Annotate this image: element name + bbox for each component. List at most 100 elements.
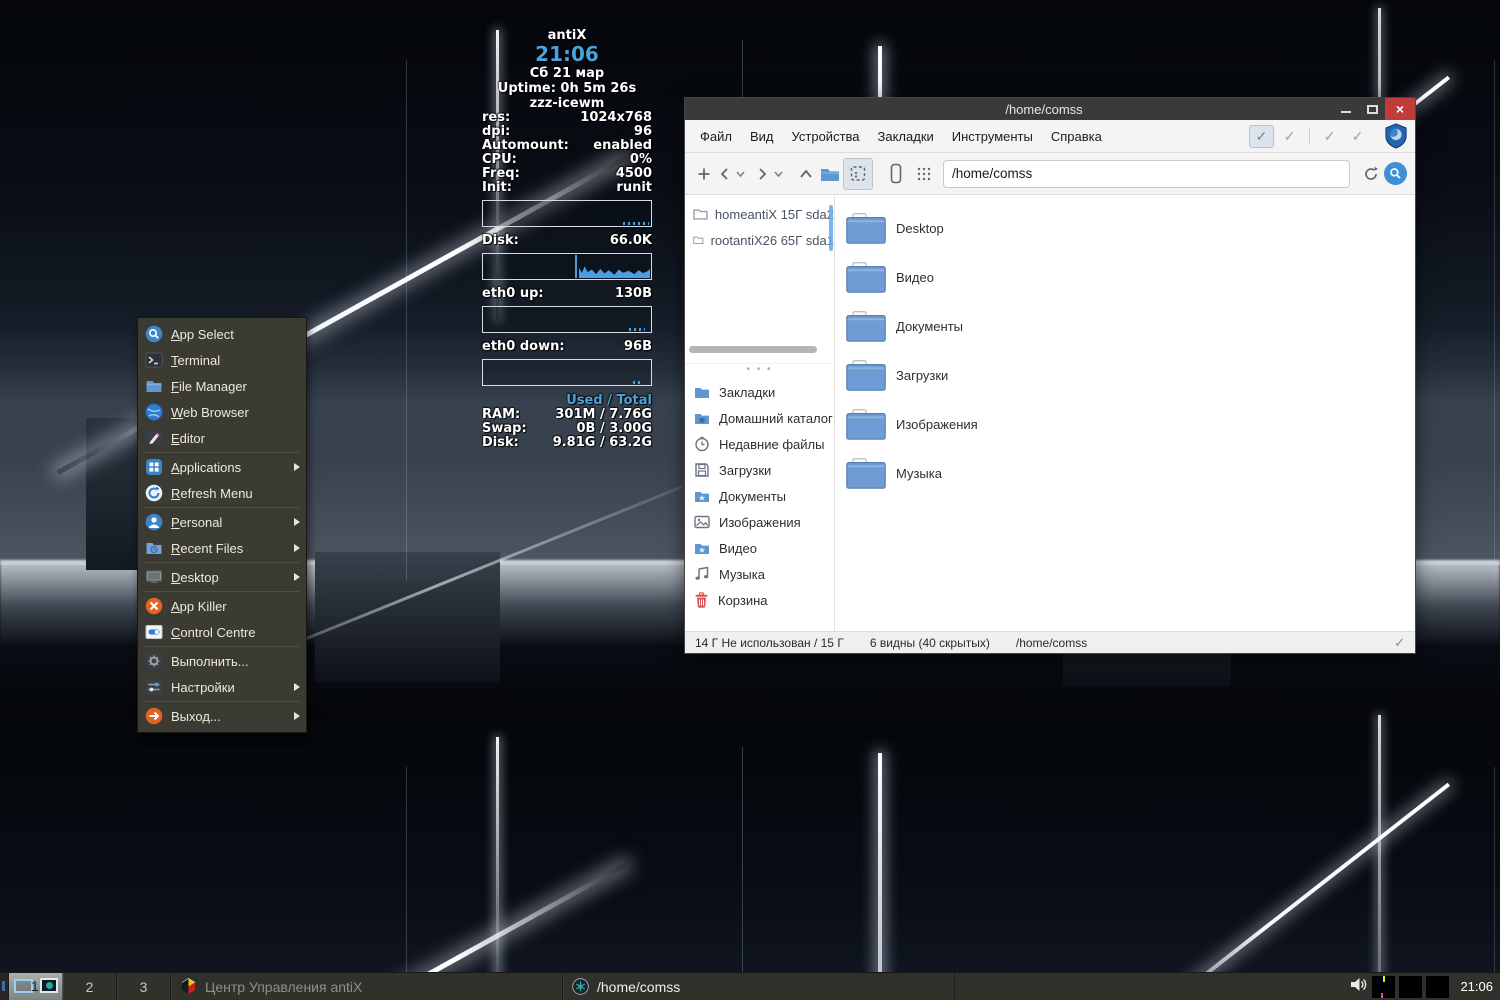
folder-item-video[interactable]: Видео bbox=[835, 253, 1415, 302]
menu-item-recent-files[interactable]: Recent Files bbox=[138, 535, 306, 561]
minimize-button[interactable] bbox=[1333, 98, 1359, 120]
menu-bookmarks[interactable]: Закладки bbox=[869, 120, 943, 153]
vertical-scrollbar[interactable] bbox=[829, 205, 833, 251]
image-icon bbox=[694, 515, 710, 529]
device-item[interactable]: homeantiX 15Г sda2 bbox=[685, 201, 834, 227]
separator bbox=[1309, 127, 1310, 145]
forward-history-button[interactable] bbox=[771, 160, 785, 188]
up-button[interactable] bbox=[795, 160, 817, 188]
maximize-button[interactable] bbox=[1359, 98, 1385, 120]
conky-monitor: antiX 21:06 Сб 21 мар Uptime: 0h 5m 26s … bbox=[482, 28, 652, 450]
conky-label: Swap: bbox=[482, 422, 527, 436]
back-history-button[interactable] bbox=[733, 160, 747, 188]
menu-item-applications[interactable]: Applications bbox=[138, 454, 306, 480]
workspace-2-button[interactable]: 2 bbox=[63, 973, 117, 1000]
taskbar-edge-button[interactable] bbox=[0, 973, 9, 1000]
path-input[interactable] bbox=[943, 160, 1350, 188]
floppy-icon bbox=[694, 462, 710, 478]
task-file-manager[interactable]: /home/comss bbox=[563, 973, 955, 1000]
grid-view-icon[interactable] bbox=[913, 160, 935, 188]
new-tab-button[interactable] bbox=[693, 160, 715, 188]
panel-toggle-1-button[interactable]: ✓ bbox=[1249, 125, 1274, 148]
bookmark-music[interactable]: Музыка bbox=[685, 561, 834, 587]
menu-view[interactable]: Вид bbox=[741, 120, 783, 153]
horizontal-scrollbar[interactable] bbox=[689, 346, 817, 353]
sidebar: homeantiX 15Г sda2 rootantiX26 65Г sda1 … bbox=[685, 195, 835, 631]
bookmark-trash[interactable]: Корзина bbox=[685, 587, 834, 613]
trash-icon bbox=[694, 592, 709, 608]
sliders-icon bbox=[145, 678, 163, 696]
conky-value: 301M / 7.76G bbox=[555, 408, 652, 422]
panel-toggle-4-button[interactable]: ✓ bbox=[1345, 125, 1370, 148]
mini-window-icon bbox=[40, 978, 58, 993]
panel-toggle-2-button[interactable]: ✓ bbox=[1277, 125, 1302, 148]
menu-item-refresh-menu[interactable]: Refresh Menu bbox=[138, 480, 306, 506]
bookmark-pictures[interactable]: Изображения bbox=[685, 509, 834, 535]
menu-item-run[interactable]: Выполнить... bbox=[138, 648, 306, 674]
pane-splitter[interactable]: • • • bbox=[685, 363, 834, 375]
menu-item-settings[interactable]: Настройки bbox=[138, 674, 306, 700]
close-button[interactable]: × bbox=[1385, 98, 1415, 120]
bookmark-icon[interactable] bbox=[885, 160, 907, 188]
menu-item-web-browser[interactable]: Web Browser bbox=[138, 399, 306, 425]
bookmark-videos[interactable]: Видео bbox=[685, 535, 834, 561]
home-folder-icon bbox=[694, 412, 710, 425]
workspace-1-button[interactable]: 1 bbox=[9, 973, 63, 1000]
folder-star-icon bbox=[694, 490, 710, 503]
folder-item-desktop[interactable]: Desktop bbox=[835, 204, 1415, 253]
menu-item-terminal[interactable]: Terminal bbox=[138, 347, 306, 373]
menu-devices[interactable]: Устройства bbox=[783, 120, 869, 153]
folder-item-downloads[interactable]: Загрузки bbox=[835, 351, 1415, 400]
folder-item-documents[interactable]: Документы bbox=[835, 302, 1415, 351]
bookmark-home[interactable]: Домашний каталог bbox=[685, 405, 834, 431]
folder-item-pictures[interactable]: Изображения bbox=[835, 400, 1415, 449]
conky-value: runit bbox=[616, 181, 652, 195]
back-button[interactable] bbox=[717, 160, 731, 188]
conky-value: 0% bbox=[630, 153, 652, 167]
bookmark-downloads[interactable]: Загрузки bbox=[685, 457, 834, 483]
device-item[interactable]: rootantiX26 65Г sda1 bbox=[685, 227, 834, 253]
menu-item-logout[interactable]: Выход... bbox=[138, 703, 306, 729]
folder-item-music[interactable]: Музыка bbox=[835, 449, 1415, 498]
submenu-arrow-icon bbox=[294, 573, 300, 581]
menu-item-control-centre[interactable]: Control Centre bbox=[138, 619, 306, 645]
forward-button[interactable] bbox=[755, 160, 769, 188]
task-control-centre[interactable]: Центр Управления antiX bbox=[171, 973, 563, 1000]
bookmark-documents[interactable]: Документы bbox=[685, 483, 834, 509]
menu-item-file-manager[interactable]: File Manager bbox=[138, 373, 306, 399]
maximize-icon bbox=[1367, 105, 1378, 114]
menu-item-editor[interactable]: Editor bbox=[138, 425, 306, 451]
panel-toggle-3-button[interactable]: ✓ bbox=[1317, 125, 1342, 148]
folder-icon bbox=[846, 262, 886, 293]
folder-icon bbox=[145, 377, 163, 395]
bookmark-recent[interactable]: Недавние файлы bbox=[685, 431, 834, 457]
menu-item-desktop[interactable]: Desktop bbox=[138, 564, 306, 590]
conky-value: 96 bbox=[634, 125, 652, 139]
menu-tools[interactable]: Инструменты bbox=[943, 120, 1042, 153]
status-check-icon: ✓ bbox=[1394, 635, 1405, 651]
home-button[interactable] bbox=[819, 160, 841, 188]
conky-label: eth0 down: bbox=[482, 340, 565, 354]
menu-item-personal[interactable]: Personal bbox=[138, 509, 306, 535]
volume-icon[interactable] bbox=[1349, 976, 1368, 998]
select-tool-button[interactable] bbox=[843, 158, 873, 190]
submenu-arrow-icon bbox=[294, 683, 300, 691]
menu-separator bbox=[144, 562, 300, 563]
bookmark-bookmarks[interactable]: Закладки bbox=[685, 379, 834, 405]
desktop: antiX 21:06 Сб 21 мар Uptime: 0h 5m 26s … bbox=[0, 0, 1500, 1000]
conky-label: Freq: bbox=[482, 167, 520, 181]
workspace-3-button[interactable]: 3 bbox=[117, 973, 171, 1000]
recent-folder-icon bbox=[145, 539, 163, 557]
folder-icon bbox=[846, 409, 886, 440]
menu-help[interactable]: Справка bbox=[1042, 120, 1111, 153]
file-list[interactable]: Desktop Видео Документы Загрузки Изображ… bbox=[835, 195, 1415, 631]
menu-item-app-select[interactable]: App Select bbox=[138, 321, 306, 347]
conky-label: RAM: bbox=[482, 408, 520, 422]
reload-button[interactable] bbox=[1360, 160, 1382, 188]
title-bar[interactable]: /home/comss × bbox=[685, 98, 1415, 120]
submenu-arrow-icon bbox=[294, 544, 300, 552]
search-button[interactable] bbox=[1384, 162, 1407, 185]
minimize-icon bbox=[1341, 111, 1351, 113]
menu-file[interactable]: Файл bbox=[691, 120, 741, 153]
menu-item-app-killer[interactable]: App Killer bbox=[138, 593, 306, 619]
